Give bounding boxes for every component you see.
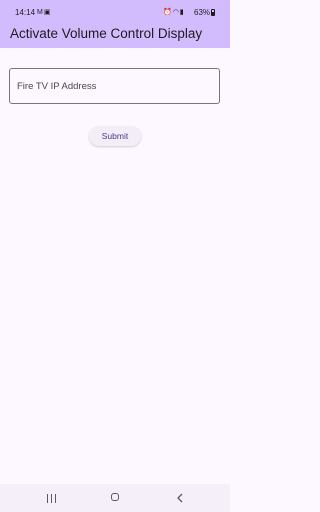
notification-gallery-icon: ▣ [43, 9, 52, 16]
notification-m-icon: M [37, 9, 44, 16]
status-icons: ⏰◠▮ [163, 8, 185, 16]
page-title: Activate Volume Control Display [10, 26, 203, 41]
fire-tv-ip-field[interactable]: Fire TV IP Address [9, 68, 220, 104]
home-icon[interactable] [111, 493, 119, 501]
alarm-icon: ⏰ [163, 9, 173, 16]
notification-icons: M▣ [37, 8, 51, 16]
submit-button[interactable]: Submit [89, 126, 141, 146]
signal-icon: ▮ [179, 9, 185, 16]
battery-icon [211, 9, 215, 16]
battery-percent: 63% [194, 8, 211, 17]
recent-apps-icon[interactable] [47, 494, 56, 503]
status-time: 14:14 [15, 8, 36, 17]
fire-tv-ip-placeholder: Fire TV IP Address [17, 81, 97, 92]
wifi-icon: ◠ [172, 9, 180, 16]
status-bar: 14:14 M▣ ⏰◠▮ 63% [0, 0, 230, 22]
back-icon[interactable] [176, 492, 184, 504]
